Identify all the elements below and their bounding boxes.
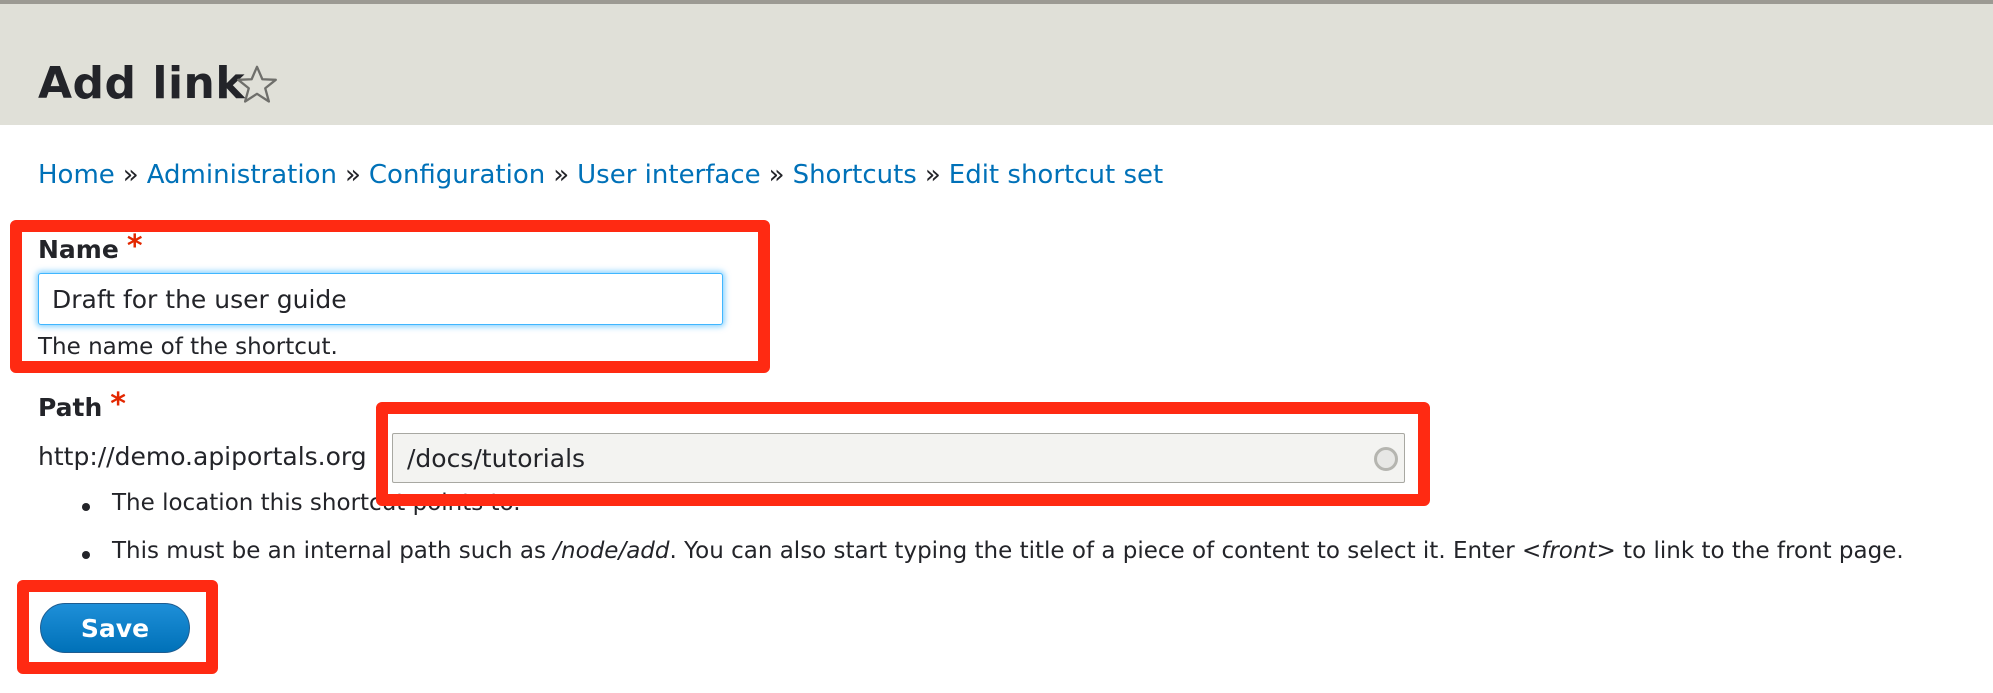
breadcrumb-administration[interactable]: Administration [147,160,337,190]
breadcrumb-separator: » [924,160,941,190]
path-help-item: This must be an internal path such as /n… [80,538,1904,564]
breadcrumb-separator: » [553,160,570,190]
help-text: . You can also start typing the title of… [669,538,1522,564]
help-text: to link to the front page. [1615,538,1904,564]
path-prefix: http://demo.apiportals.org [38,442,367,471]
breadcrumb-separator: » [344,160,361,190]
name-highlight-box [10,220,770,373]
breadcrumb: Home» Administration» Configuration» User i… [38,160,1163,190]
breadcrumb-edit-shortcut-set[interactable]: Edit shortcut set [949,160,1163,190]
save-highlight-box [17,580,218,674]
star-outline-icon[interactable] [234,62,280,108]
path-label-text: Path [38,393,103,422]
breadcrumb-home[interactable]: Home [38,160,115,190]
page-title: Add link [38,58,246,109]
help-front-token: <front> [1521,538,1616,564]
breadcrumb-user-interface[interactable]: User interface [577,160,761,190]
page-header [0,4,1993,125]
breadcrumb-shortcuts[interactable]: Shortcuts [793,160,917,190]
path-required-marker: * [110,387,126,422]
path-label: Path * [38,387,126,428]
help-example-path: /node/add [553,538,670,564]
breadcrumb-separator: » [768,160,785,190]
path-highlight-box [376,402,1430,506]
breadcrumb-separator: » [122,160,139,190]
help-text: This must be an internal path such as [112,538,554,564]
breadcrumb-configuration[interactable]: Configuration [369,160,545,190]
